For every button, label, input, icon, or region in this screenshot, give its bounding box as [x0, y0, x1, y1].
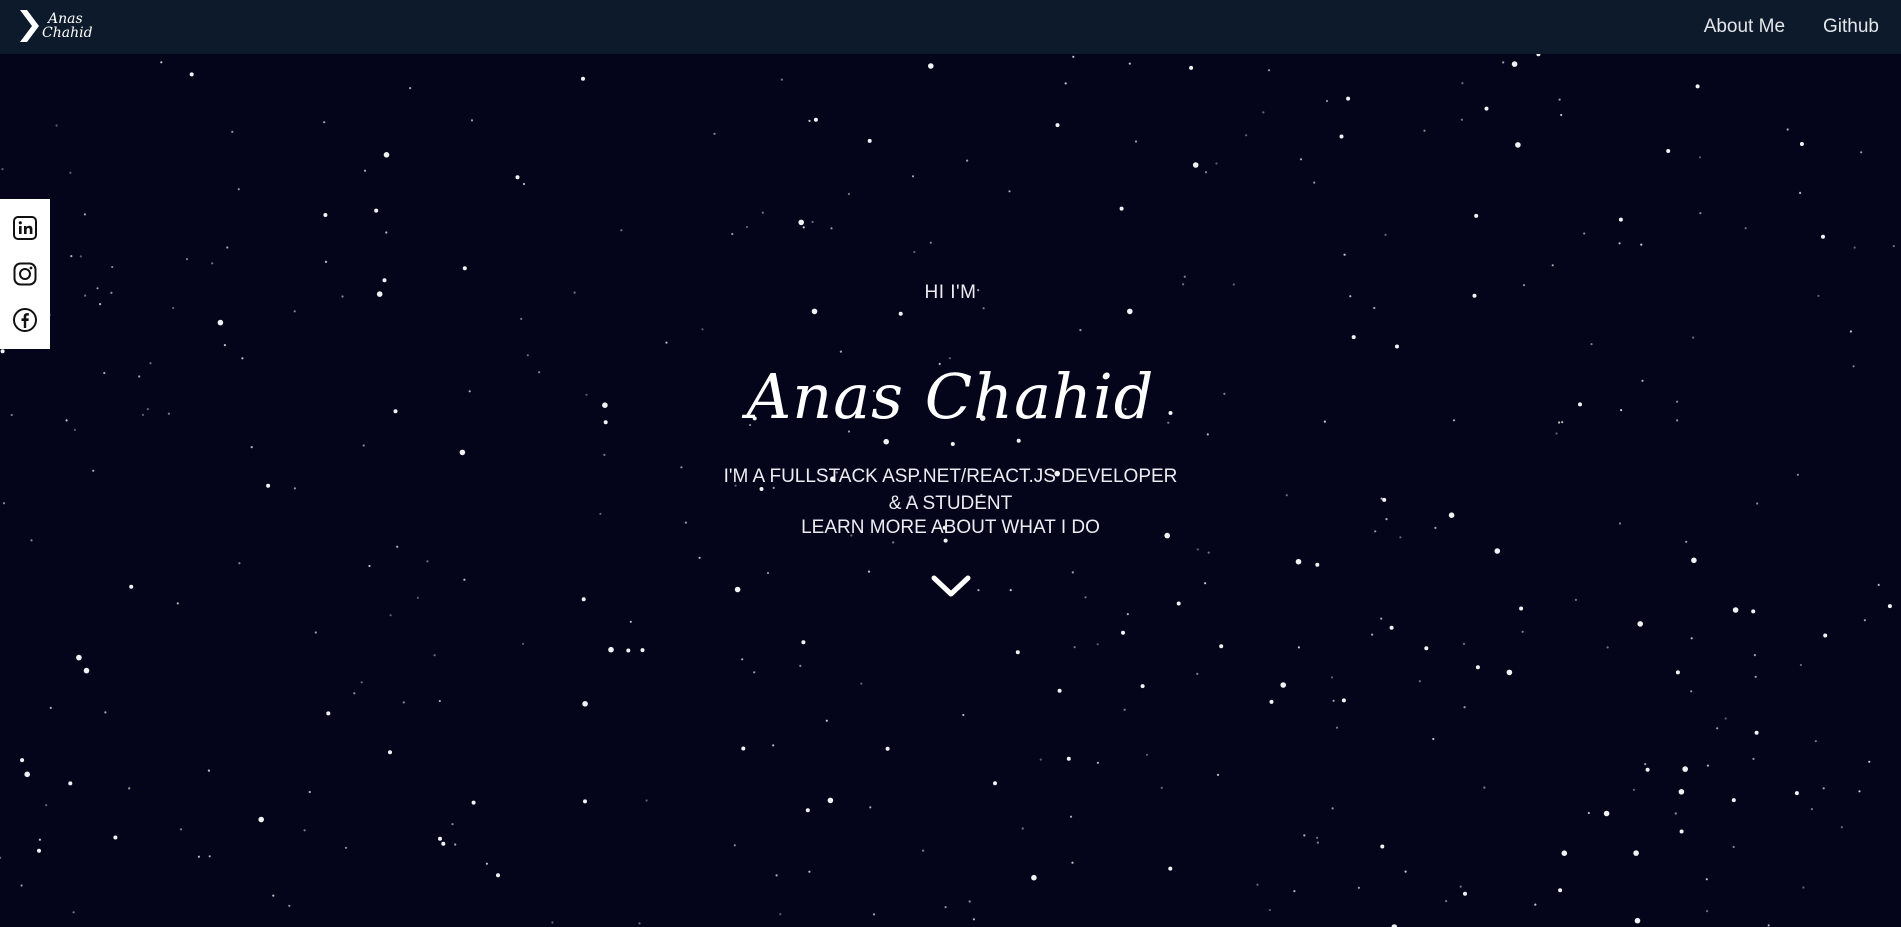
- chevron-down-icon[interactable]: [930, 570, 972, 602]
- page: Anas Chahid About Me Github HI I'M Anas …: [0, 0, 1901, 927]
- logo-line-2: Chahid: [42, 25, 93, 41]
- nav-github[interactable]: Github: [1823, 16, 1879, 38]
- hero-greeting: HI I'M: [924, 282, 977, 303]
- logo-line-1: Anas: [48, 11, 83, 27]
- facebook-icon[interactable]: [12, 307, 38, 333]
- linkedin-icon[interactable]: [12, 215, 38, 241]
- learn-more-link[interactable]: LEARN MORE ABOUT WHAT I DO: [0, 517, 1901, 539]
- social-sidebar: [0, 199, 50, 349]
- instagram-icon[interactable]: [12, 261, 38, 287]
- nav-links: About Me Github: [1666, 0, 1879, 54]
- chevron-right-icon: [20, 10, 39, 42]
- hero-tagline: I'M A FULLSTACK ASP.NET/REACT.JS DEVELOP…: [723, 466, 1178, 514]
- logo[interactable]: Anas Chahid: [18, 8, 93, 44]
- hero-name: Anas Chahid: [746, 360, 1155, 433]
- hero: HI I'M Anas Chahid I'M A FULLSTACK ASP.N…: [0, 0, 1901, 927]
- nav-about-me[interactable]: About Me: [1704, 16, 1785, 38]
- navbar: Anas Chahid About Me Github: [0, 0, 1901, 54]
- logo-text: Anas Chahid: [42, 12, 93, 40]
